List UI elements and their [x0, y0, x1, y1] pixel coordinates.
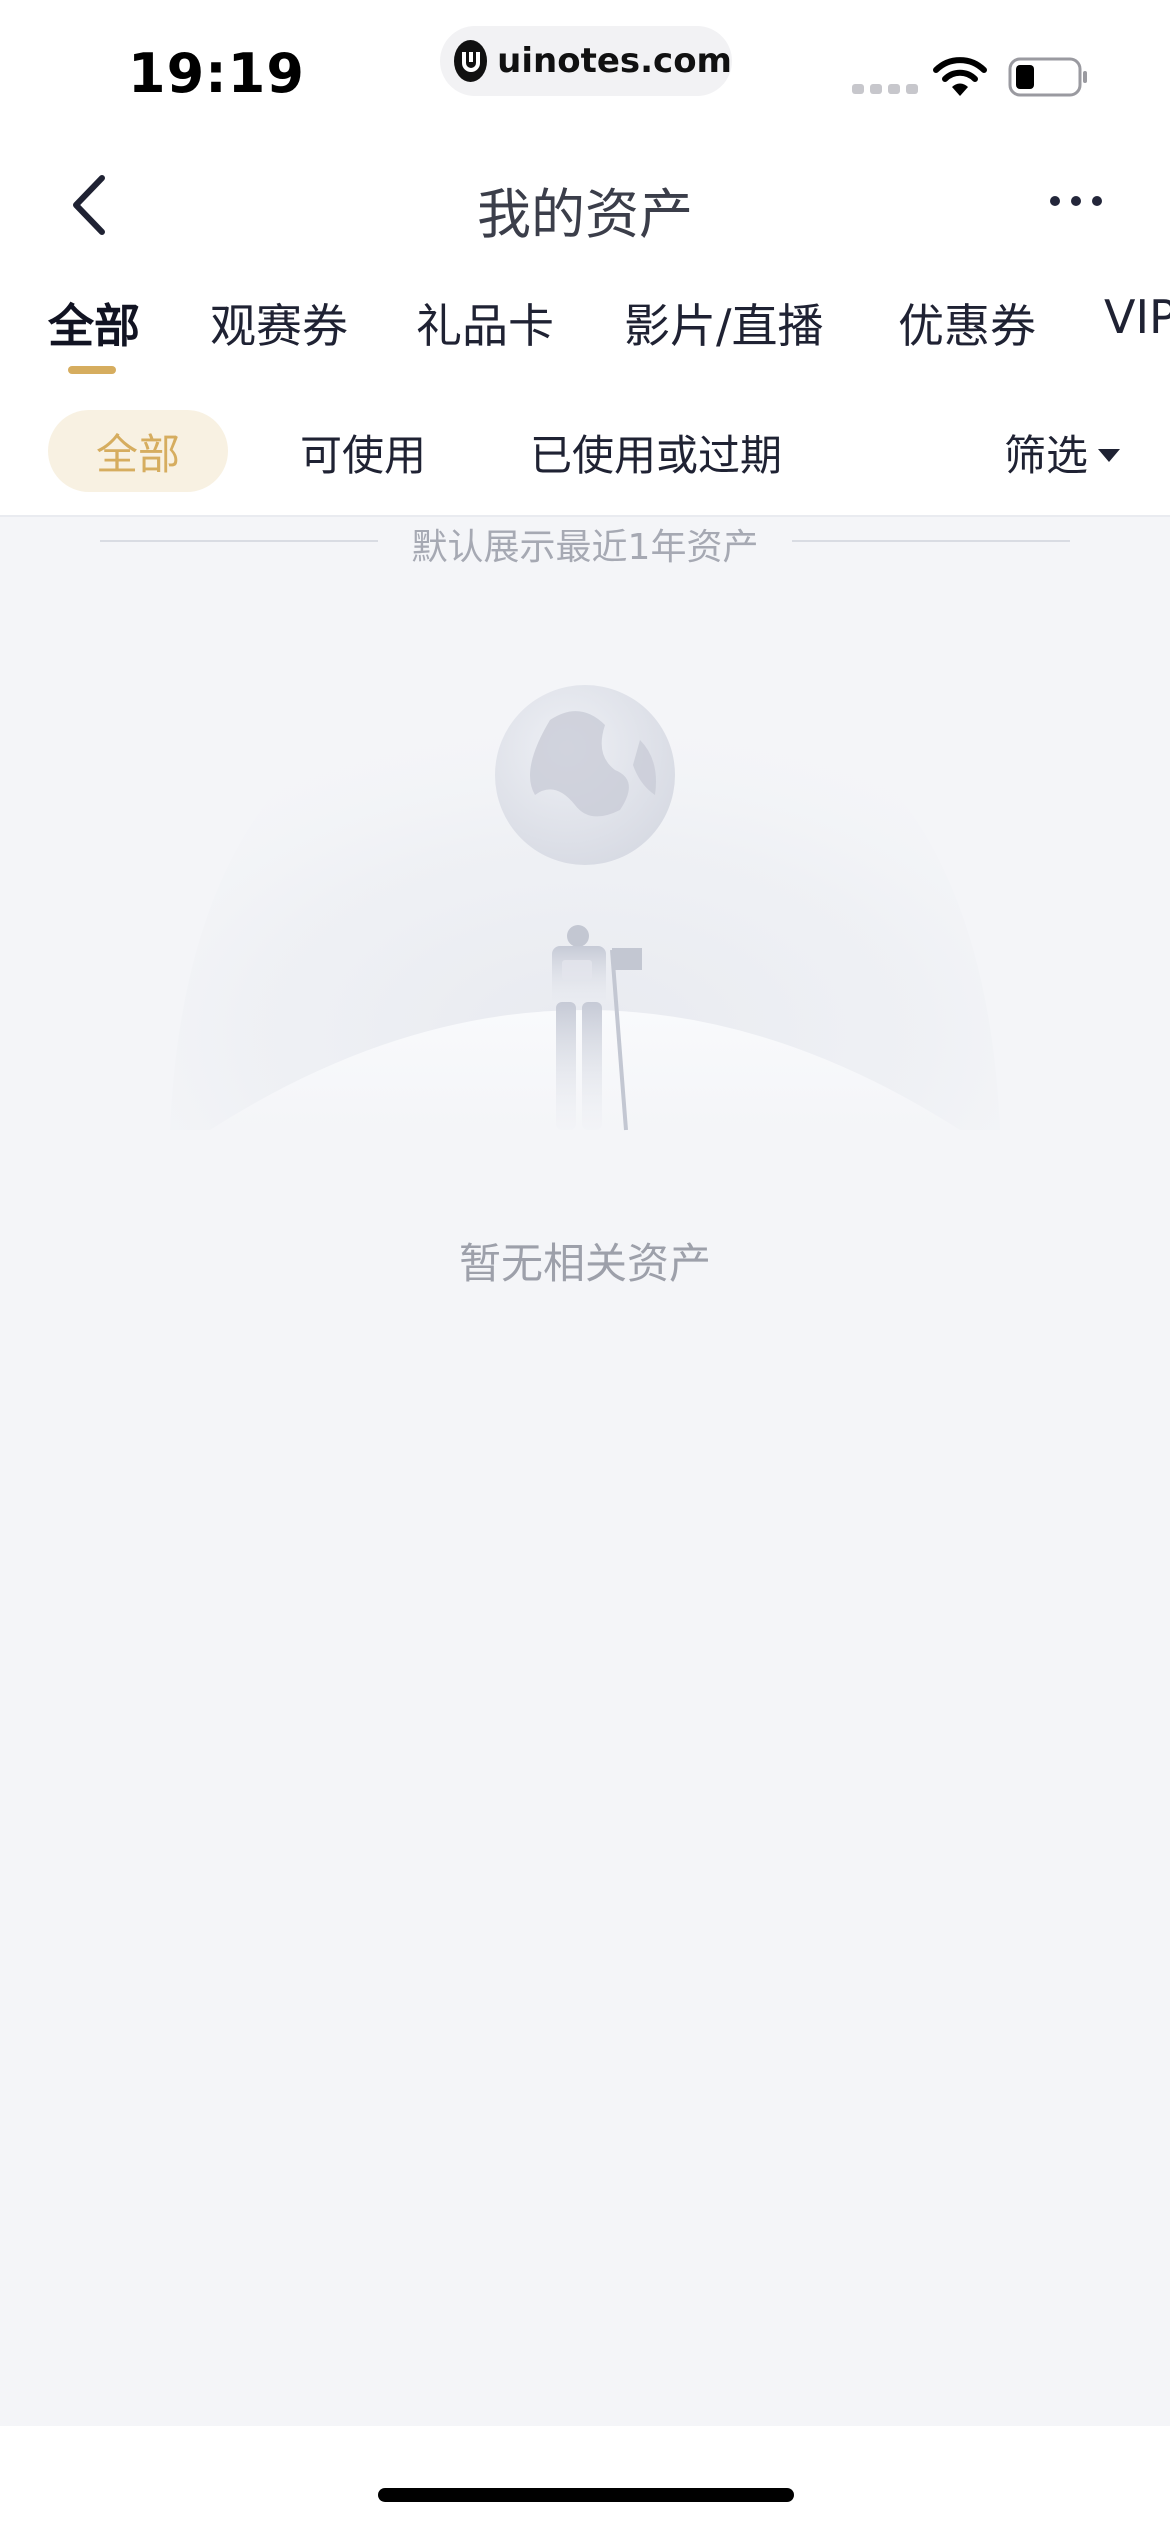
tab-match-tickets[interactable]: 观赛券: [210, 290, 348, 356]
caret-down-icon: [1098, 449, 1121, 462]
wifi-icon: [932, 56, 988, 102]
bottom-bar: [0, 2426, 1170, 2532]
notice-text: 默认展示最近1年资产: [411, 527, 759, 568]
site-logo-icon: [454, 40, 488, 82]
tab-gift-cards[interactable]: 礼品卡: [416, 290, 554, 356]
status-time: 19:19: [128, 42, 305, 105]
active-tab-indicator: [68, 366, 116, 374]
empty-state-illustration: [150, 630, 1020, 1170]
filter-chip-usable[interactable]: 可使用: [300, 422, 426, 483]
filter-button[interactable]: 筛选: [1004, 422, 1121, 483]
tab-all[interactable]: 全部: [48, 290, 140, 356]
home-indicator[interactable]: [378, 2488, 794, 2502]
empty-state-message: 暂无相关资产: [458, 1239, 711, 1288]
filter-chip-used-or-expired[interactable]: 已使用或过期: [530, 422, 782, 483]
more-options-icon[interactable]: [1050, 196, 1102, 206]
tab-vip[interactable]: VIP: [1104, 290, 1170, 344]
page-title: 我的资产: [477, 183, 693, 246]
tab-films-live[interactable]: 影片/直播: [624, 290, 824, 356]
url-badge: uinotes.com: [440, 26, 732, 96]
asset-type-tabs: 全部 观赛券 礼品卡 影片/直播 优惠券 VIP: [0, 290, 1170, 370]
filter-chip-all[interactable]: 全部: [48, 410, 228, 492]
tab-coupons[interactable]: 优惠券: [898, 290, 1036, 356]
url-text: uinotes.com: [497, 41, 732, 81]
battery-icon: [1008, 56, 1088, 102]
cellular-signal-icon: [852, 84, 918, 94]
filter-label: 筛选: [1004, 431, 1089, 480]
